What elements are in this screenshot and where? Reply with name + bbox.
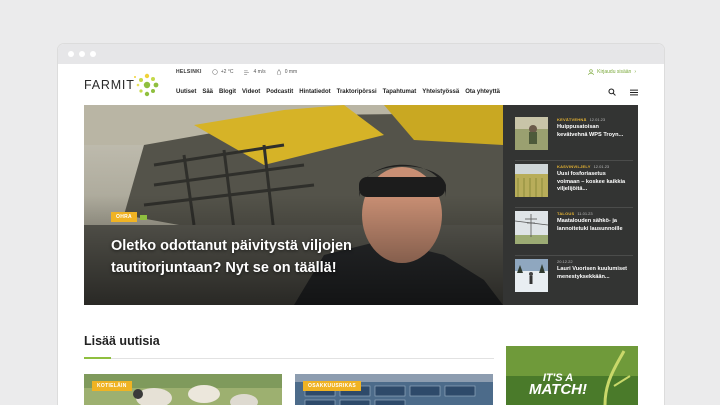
hamburger-menu-icon[interactable] (630, 89, 638, 96)
news-thumbnail (515, 164, 548, 197)
window-dot-close[interactable] (68, 51, 74, 57)
farmit-logo[interactable]: FARMIT (84, 71, 164, 99)
nav-item-traktoriporssi[interactable]: Traktoripörssi (337, 89, 377, 95)
sidebar-news-meta: TALOUS 11.01.23 (557, 211, 593, 216)
nav-item-uutiset[interactable]: Uutiset (176, 89, 196, 95)
news-card-tag[interactable]: OSAKKUUSRIKAS (303, 381, 362, 391)
advertisement-banner[interactable]: IT'S A MATCH! (506, 346, 638, 405)
user-icon (588, 69, 594, 75)
nav-item-blogit[interactable]: Blogit (219, 89, 236, 95)
chevron-down-icon: › (634, 69, 636, 75)
weather-city: HELSINKI (176, 69, 202, 75)
hero-tag-marker (139, 214, 147, 220)
nav-item-videot[interactable]: Videot (242, 89, 260, 95)
sidebar-news-meta: 20.12.22 (557, 259, 573, 264)
sidebar-news-title: Maatalouden sähkö- ja lannoitetuki lausu… (557, 218, 623, 232)
sidebar-news-item[interactable]: TALOUS 11.01.23 Maatalouden sähkö- ja lan… (515, 211, 633, 251)
main-nav: Uutiset Sää Blogit Videot Podcastit Hint… (176, 89, 500, 95)
nav-item-tapahtumat[interactable]: Tapahtumat (383, 89, 417, 95)
hero-tag-row: OHRA (111, 212, 147, 222)
rain-drop-icon (276, 69, 281, 75)
news-card-tag[interactable]: KOTIELÄIN (92, 381, 132, 391)
login-label: Kirjaudu sisään (597, 69, 632, 75)
sidebar-news-meta: KEVÄTVEHNÄ 12.01.23 (557, 117, 606, 122)
nav-item-ota-yhteytta[interactable]: Ota yhteyttä (465, 89, 500, 95)
sidebar-news-meta: KASVINVILJELY 12.01.23 (557, 164, 610, 169)
sidebar-news-title: Lauri Vuorisen kuulumiset menestyksekkää… (557, 266, 628, 280)
nav-item-yhteistyossa[interactable]: Yhteistyössä (422, 89, 459, 95)
news-card[interactable]: KOTIELÄIN (84, 374, 282, 405)
nav-item-podcastit[interactable]: Podcastit (266, 89, 293, 95)
window-dot-minimize[interactable] (79, 51, 85, 57)
latest-news-sidebar: KEVÄTVEHNÄ 12.01.23 Huippusatoisan kevätv… (503, 105, 638, 305)
weather-bar: HELSINKI +2 °C 4 m/s 0 mm (176, 69, 297, 75)
divider (515, 160, 633, 161)
news-thumbnail (515, 117, 548, 150)
logo-dots-icon (134, 73, 159, 97)
logo-text: FARMIT (84, 78, 135, 92)
hero-article[interactable]: OHRA Oletko odottanut päivitystä viljoje… (84, 105, 503, 305)
nav-actions (608, 88, 638, 96)
hero-headline[interactable]: Oletko odottanut päivitystä viljojen tau… (111, 235, 401, 279)
sidebar-news-title: Huippusatoisan kevätvehnä WPS Troyn... (557, 124, 624, 138)
section-divider (84, 358, 494, 359)
search-icon[interactable] (608, 88, 616, 96)
login-link[interactable]: Kirjaudu sisään › (588, 69, 636, 75)
hero-category-tag[interactable]: OHRA (111, 212, 137, 222)
weather-temp-value: +2 °C (220, 69, 234, 75)
weather-rain: 0 mm (276, 69, 298, 75)
ad-headline: IT'S A MATCH! (528, 372, 588, 398)
news-thumbnail (515, 259, 548, 292)
divider (515, 255, 633, 256)
browser-titlebar (58, 44, 664, 64)
sidebar-news-item[interactable]: KASVINVILJELY 12.01.23 Uusi fosforiasetus… (515, 164, 633, 204)
browser-window: FARMIT HELSINKI +2 °C 4 m/s 0 mm Kirjaud… (58, 44, 664, 405)
nav-item-saa[interactable]: Sää (202, 89, 213, 95)
news-thumbnail (515, 211, 548, 244)
weather-rain-value: 0 mm (284, 69, 298, 75)
wind-icon (244, 70, 250, 75)
divider (515, 207, 633, 208)
window-dot-maximize[interactable] (90, 51, 96, 57)
weather-temp: +2 °C (212, 69, 234, 75)
sidebar-news-title: Uusi fosforiasetus voimaan – koskee kaik… (557, 171, 626, 192)
cloud-icon (212, 69, 218, 75)
weather-wind: 4 m/s (243, 69, 266, 75)
weather-wind-value: 4 m/s (253, 69, 266, 75)
sidebar-news-item[interactable]: 20.12.22 Lauri Vuorisen kuulumiset menes… (515, 259, 633, 299)
more-news-heading: Lisää uutisia (84, 334, 160, 348)
section-accent (84, 357, 111, 359)
news-card[interactable]: OSAKKUUSRIKAS (295, 374, 493, 405)
nav-item-hintatiedot[interactable]: Hintatiedot (299, 89, 330, 95)
sidebar-news-item[interactable]: KEVÄTVEHNÄ 12.01.23 Huippusatoisan kevätv… (515, 117, 633, 157)
